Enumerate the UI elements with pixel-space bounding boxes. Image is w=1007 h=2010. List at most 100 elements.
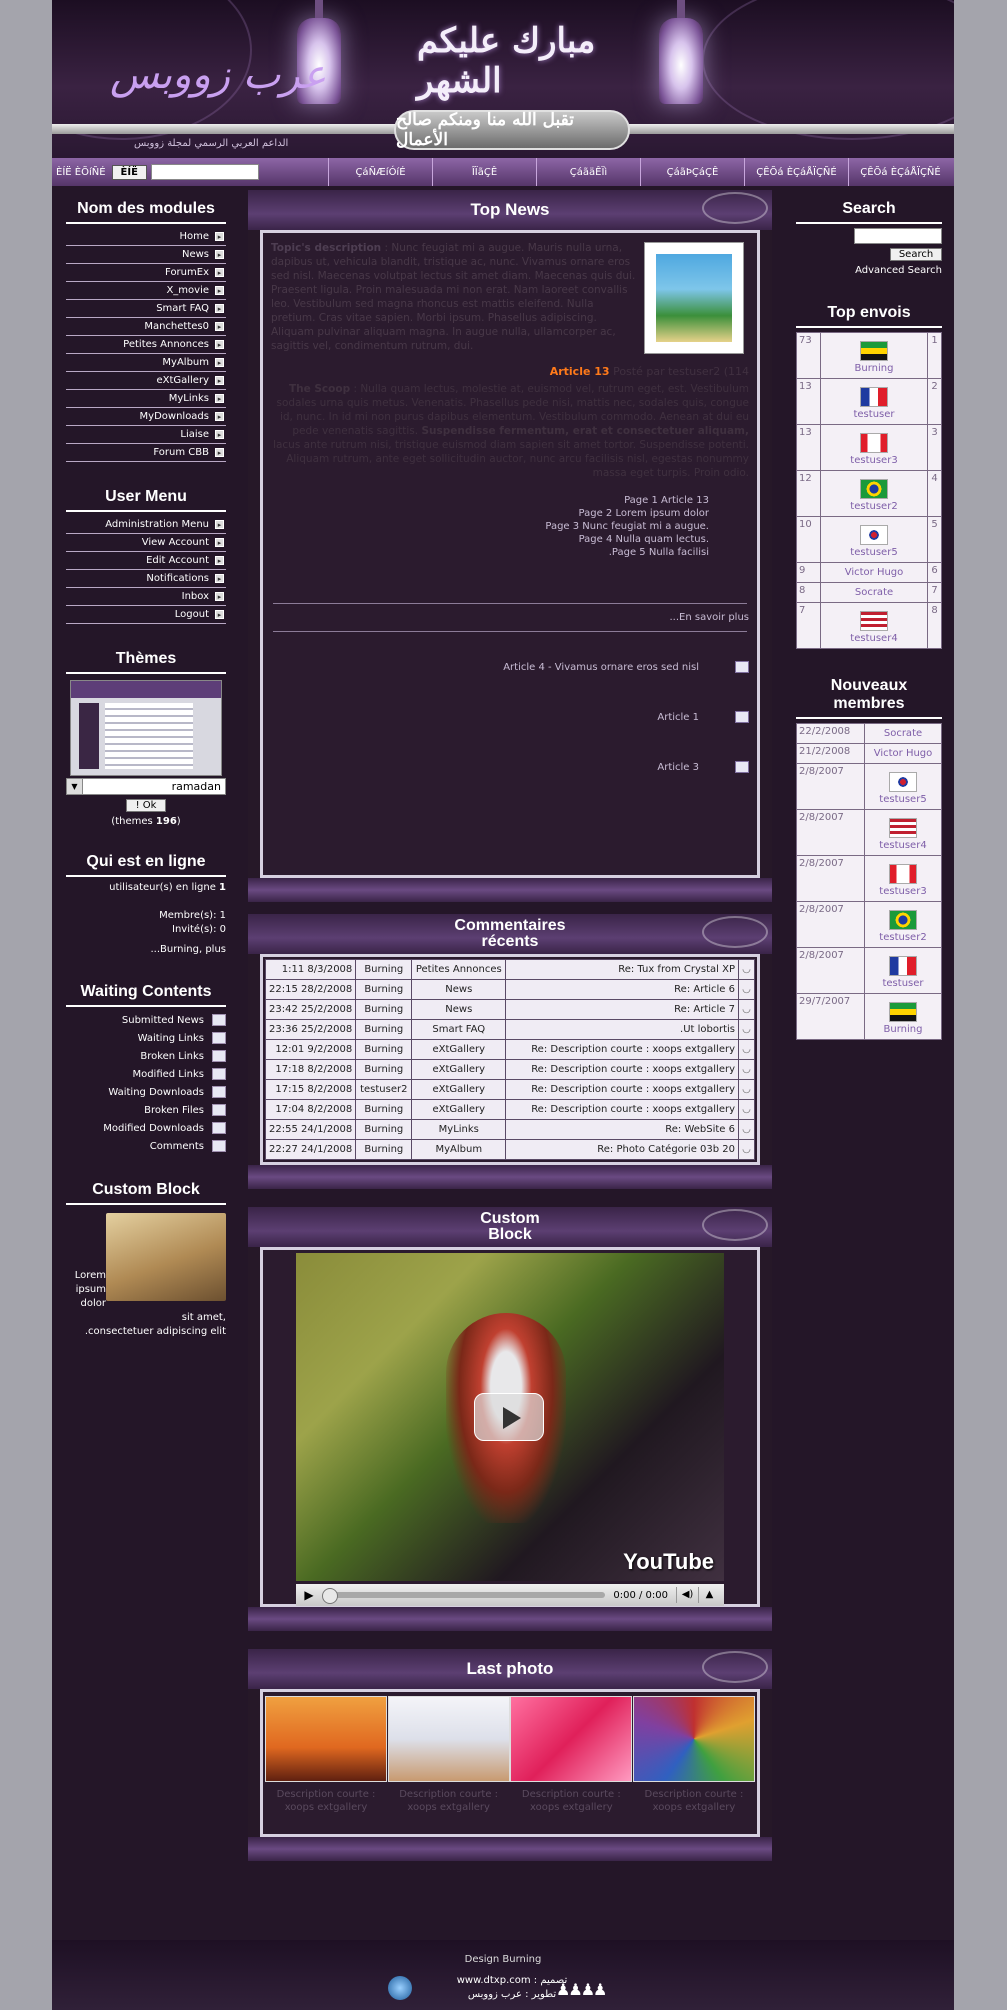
- usermenu-link[interactable]: View Account ▸: [66, 534, 226, 552]
- comment-title[interactable]: Re: Description courte : xoops extgaller…: [505, 1079, 739, 1100]
- site-logo[interactable]: عرب زووبس: [110, 52, 326, 98]
- member-name[interactable]: testuser: [882, 978, 923, 989]
- poster-user[interactable]: testuser3: [820, 424, 928, 471]
- nav-tab-5[interactable]: ÇÊÕá ÈÇáÅÏÇÑÉ: [744, 158, 848, 186]
- photo-thumbnail[interactable]: [265, 1696, 387, 1782]
- member-name[interactable]: Burning: [884, 1024, 923, 1035]
- comment-title[interactable]: Re: Tux from Crystal XP: [505, 959, 739, 980]
- other-article[interactable]: Article 1: [263, 702, 749, 732]
- nav-tab-4[interactable]: ÇáãÞÇáÇÊ: [640, 158, 744, 186]
- play-icon[interactable]: ▶: [300, 1587, 318, 1603]
- comment-user[interactable]: Burning: [355, 1059, 413, 1080]
- comment-module[interactable]: Petites Annonces: [411, 959, 507, 980]
- comment-module[interactable]: MyLinks: [411, 1119, 507, 1140]
- poster-name[interactable]: testuser: [853, 409, 894, 420]
- nav-tab-6[interactable]: ÇÊÕá ÈÇáÅÏÇÑÉ: [848, 158, 952, 186]
- module-link[interactable]: News ▸: [66, 246, 226, 264]
- comment-title[interactable]: .Ut lobortis: [505, 1019, 739, 1040]
- comment-user[interactable]: Burning: [355, 999, 413, 1020]
- comment-user[interactable]: Burning: [355, 1139, 413, 1160]
- other-article[interactable]: Article 3: [263, 752, 749, 782]
- comment-user[interactable]: Burning: [355, 1019, 413, 1040]
- usermenu-link[interactable]: Edit Account ▸: [66, 552, 226, 570]
- poster-user[interactable]: testuser4: [820, 602, 928, 649]
- article-page-link[interactable]: Page 3 Nunc feugiat mi a augue.: [311, 520, 709, 533]
- usermenu-link[interactable]: Administration Menu ▸: [66, 516, 226, 534]
- nav-search-input[interactable]: [150, 164, 259, 180]
- member-name[interactable]: testuser3: [879, 886, 926, 897]
- comment-title[interactable]: Re: Article 6: [505, 979, 739, 1000]
- member-user[interactable]: testuser: [864, 947, 942, 994]
- member-name[interactable]: Socrate: [884, 728, 922, 739]
- article-title-link[interactable]: Article 13: [550, 365, 610, 378]
- comment-module[interactable]: eXtGallery: [411, 1079, 507, 1100]
- poster-user[interactable]: Burning: [820, 332, 928, 379]
- module-link[interactable]: eXtGallery ▸: [66, 372, 226, 390]
- comment-module[interactable]: Smart FAQ: [411, 1019, 507, 1040]
- comment-user[interactable]: Burning: [355, 979, 413, 1000]
- module-link[interactable]: Home ▸: [66, 228, 226, 246]
- advanced-search-link[interactable]: Advanced Search: [796, 265, 942, 276]
- comment-title[interactable]: Re: Description courte : xoops extgaller…: [505, 1039, 739, 1060]
- comment-user[interactable]: Burning: [355, 1099, 413, 1120]
- comment-title[interactable]: Re: Photo Catégorie 03b 20: [505, 1139, 739, 1160]
- poster-user[interactable]: testuser5: [820, 516, 928, 563]
- member-name[interactable]: testuser4: [879, 840, 926, 851]
- comment-user[interactable]: Burning: [355, 959, 413, 980]
- member-user[interactable]: testuser3: [864, 855, 942, 902]
- volume-icon[interactable]: ◀): [676, 1587, 698, 1603]
- fullscreen-icon[interactable]: ▲: [698, 1587, 720, 1603]
- photo-item[interactable]: Description courte : xoops extgallery: [387, 1696, 510, 1814]
- comment-title[interactable]: Re: WebSite 6: [505, 1119, 739, 1140]
- poster-name[interactable]: Victor Hugo: [845, 567, 904, 578]
- comment-user[interactable]: testuser2: [355, 1079, 413, 1100]
- poster-user[interactable]: testuser2: [820, 470, 928, 517]
- member-name[interactable]: testuser2: [879, 932, 926, 943]
- theme-select[interactable]: ▼ ramadan: [66, 778, 226, 795]
- photo-thumbnail[interactable]: [632, 1696, 755, 1782]
- comment-user[interactable]: Burning: [355, 1039, 413, 1060]
- module-link[interactable]: MyAlbum ▸: [66, 354, 226, 372]
- comment-module[interactable]: News: [411, 999, 507, 1020]
- module-link[interactable]: Petites Annonces ▸: [66, 336, 226, 354]
- nav-tab-2[interactable]: ÎÏãÇÊ: [432, 158, 536, 186]
- comment-module[interactable]: eXtGallery: [411, 1039, 507, 1060]
- module-link[interactable]: Smart FAQ ▸: [66, 300, 226, 318]
- nav-search-button[interactable]: ÈÍË: [111, 164, 147, 180]
- photo-item[interactable]: Description courte : xoops extgallery: [265, 1696, 387, 1814]
- usermenu-link[interactable]: Notifications ▸: [66, 570, 226, 588]
- online-more-link[interactable]: ...Burning, plus: [66, 943, 226, 957]
- read-more-link[interactable]: ...En savoir plus: [263, 612, 757, 623]
- comment-title[interactable]: Re: Description courte : xoops extgaller…: [505, 1099, 739, 1120]
- module-link[interactable]: Forum CBB ▸: [66, 444, 226, 462]
- module-link[interactable]: X_movie ▸: [66, 282, 226, 300]
- waiting-item[interactable]: Waiting Links: [66, 1029, 226, 1047]
- play-overlay-icon[interactable]: [474, 1393, 544, 1441]
- member-name[interactable]: testuser5: [879, 794, 926, 805]
- waiting-item[interactable]: Waiting Downloads: [66, 1083, 226, 1101]
- poster-user[interactable]: Victor Hugo: [820, 562, 928, 583]
- poster-name[interactable]: testuser4: [850, 633, 897, 644]
- video-seekbar[interactable]: [321, 1588, 606, 1604]
- waiting-item[interactable]: Submitted News: [66, 1011, 226, 1029]
- module-link[interactable]: MyLinks ▸: [66, 390, 226, 408]
- poster-name[interactable]: testuser5: [850, 547, 897, 558]
- module-link[interactable]: Liaise ▸: [66, 426, 226, 444]
- waiting-item[interactable]: Modified Downloads: [66, 1119, 226, 1137]
- comment-module[interactable]: eXtGallery: [411, 1099, 507, 1120]
- member-user[interactable]: testuser2: [864, 901, 942, 948]
- poster-name[interactable]: Socrate: [855, 587, 893, 598]
- video-player[interactable]: YouTube: [296, 1253, 724, 1581]
- poster-user[interactable]: testuser: [820, 378, 928, 425]
- member-user[interactable]: Victor Hugo: [864, 743, 942, 764]
- comment-title[interactable]: Re: Article 7: [505, 999, 739, 1020]
- article-page-link[interactable]: Page 2 Lorem ipsum dolor: [311, 507, 709, 520]
- module-link[interactable]: Manchettes0 ▸: [66, 318, 226, 336]
- photo-thumbnail[interactable]: [387, 1696, 510, 1782]
- theme-ok-button[interactable]: ! Ok: [126, 799, 166, 812]
- photo-item[interactable]: Description courte : xoops extgallery: [510, 1696, 633, 1814]
- photo-thumbnail[interactable]: [510, 1696, 633, 1782]
- member-user[interactable]: testuser5: [864, 763, 942, 810]
- poster-name[interactable]: testuser2: [850, 501, 897, 512]
- search-button[interactable]: Search: [890, 248, 942, 261]
